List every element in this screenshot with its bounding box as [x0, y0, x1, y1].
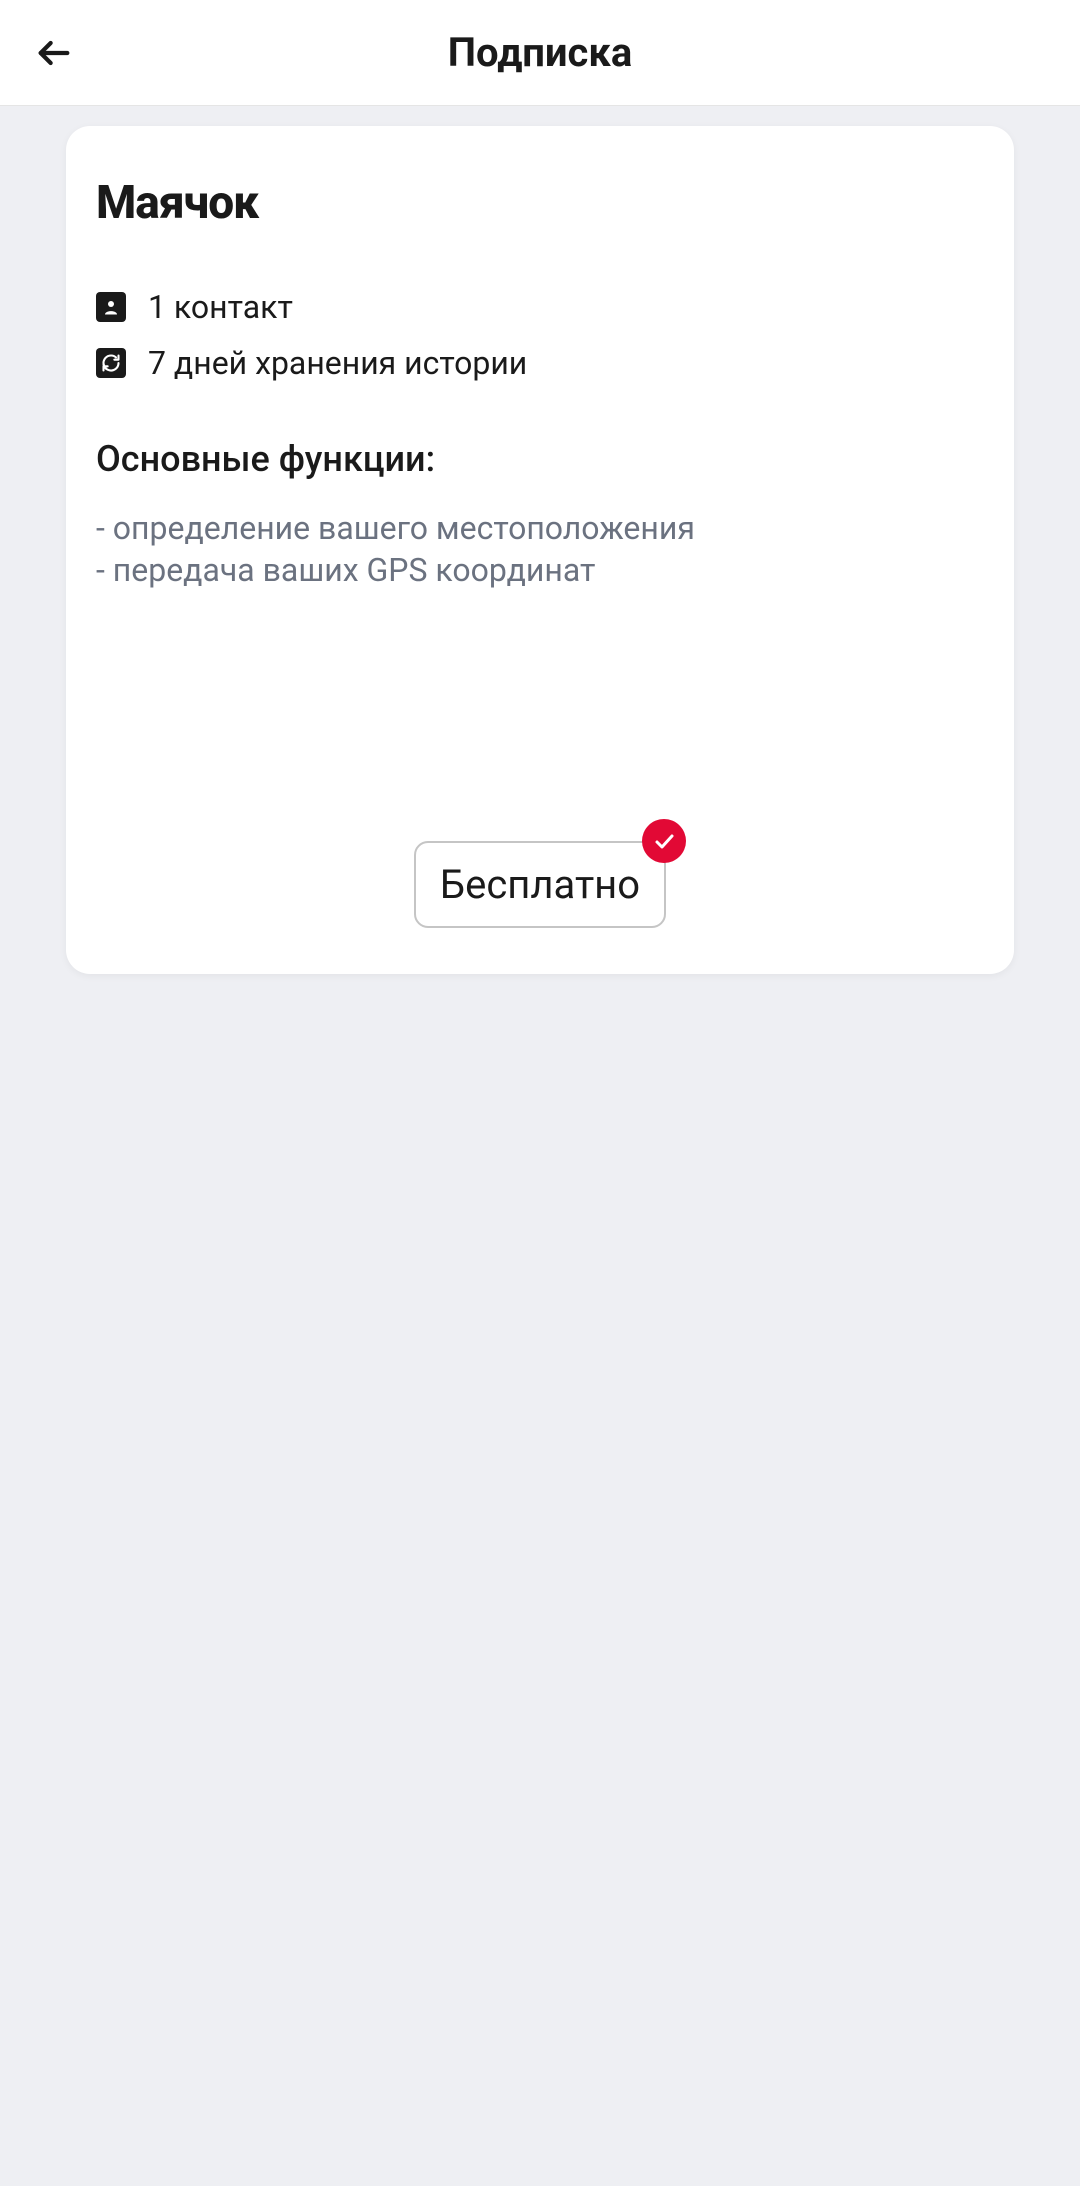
feature-label: 1 контакт	[148, 288, 293, 326]
price-section: Бесплатно	[96, 801, 984, 928]
check-icon	[652, 829, 676, 853]
feature-label: 7 дней хранения истории	[148, 344, 527, 382]
page-title: Подписка	[448, 29, 633, 76]
content-area: Маячок 1 контакт 7 дней хранения	[0, 106, 1080, 994]
price-option[interactable]: Бесплатно	[414, 841, 666, 928]
history-icon	[96, 348, 126, 378]
bullet-item: - передача ваших GPS координат	[96, 550, 984, 592]
bullet-item: - определение вашего местоположения	[96, 508, 984, 550]
selected-badge	[642, 819, 686, 863]
back-button[interactable]	[32, 31, 76, 75]
subscription-card: Маячок 1 контакт 7 дней хранения	[66, 126, 1014, 974]
section-title: Основные функции:	[96, 438, 984, 480]
person-icon	[96, 292, 126, 322]
card-title: Маячок	[96, 176, 984, 230]
arrow-left-icon	[34, 33, 74, 73]
price-label: Бесплатно	[440, 861, 640, 908]
feature-row-history: 7 дней хранения истории	[96, 344, 984, 382]
feature-row-contacts: 1 контакт	[96, 288, 984, 326]
header: Подписка	[0, 0, 1080, 106]
